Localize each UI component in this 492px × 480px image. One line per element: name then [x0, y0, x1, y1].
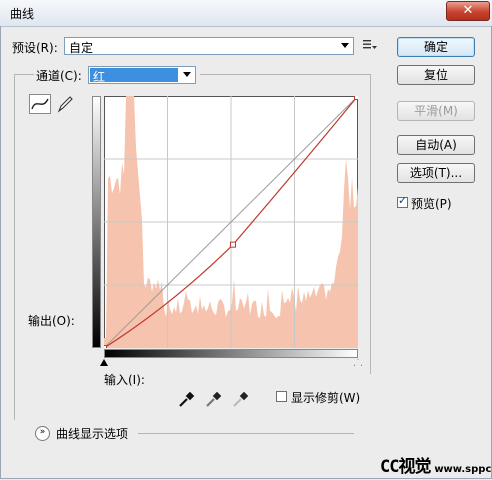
group-line-left — [14, 74, 34, 75]
curve-point-tool[interactable] — [29, 94, 51, 114]
show-clipping-label: 显示修剪(W) — [291, 391, 361, 405]
curve-graph[interactable] — [101, 94, 360, 351]
eyedropper-black-icon — [179, 391, 195, 407]
watermark-sub: www.sppc.cc — [434, 464, 492, 475]
preview-checkbox[interactable] — [397, 194, 408, 208]
curve-tool-icon — [31, 98, 49, 110]
show-clipping-checkbox[interactable] — [276, 391, 287, 402]
preset-menu-icon[interactable] — [363, 38, 377, 52]
eyedropper-white-icon — [233, 391, 249, 407]
window-title: 曲线 — [10, 7, 35, 21]
input-label: 输入(I): — [104, 373, 145, 387]
preset-value: 自定 — [69, 41, 94, 55]
curve-svg[interactable] — [101, 94, 360, 351]
channel-label: 通道(C): — [36, 69, 82, 83]
preset-label: 预设(R): — [12, 41, 58, 55]
display-options-line — [138, 433, 354, 434]
black-eyedropper-button[interactable] — [178, 390, 196, 411]
expand-options-button[interactable]: » — [35, 426, 50, 441]
output-gradient-bar — [92, 96, 101, 348]
eyedropper-gray-icon — [206, 391, 222, 407]
chevron-down-icon — [341, 43, 349, 48]
curve-control-point — [354, 94, 360, 100]
auto-button[interactable]: 自动(A) — [397, 135, 475, 155]
ok-button[interactable]: 确定 — [397, 37, 475, 57]
black-point-slider[interactable] — [100, 359, 108, 366]
output-label: 输出(O): — [28, 314, 75, 328]
channel-select[interactable]: 红 — [88, 66, 196, 84]
white-eyedropper-button[interactable] — [232, 390, 250, 411]
close-icon: ✕ — [462, 3, 474, 18]
preset-select[interactable]: 自定 — [64, 37, 354, 55]
gray-eyedropper-button[interactable] — [205, 390, 223, 411]
chevron-down-icon — [183, 72, 191, 77]
double-chevron-down-icon: » — [39, 427, 46, 437]
reset-button[interactable]: 复位 — [397, 65, 475, 85]
curve-control-point — [101, 345, 107, 351]
close-button[interactable]: ✕ — [446, 1, 490, 21]
preview-label: 预览(P) — [411, 197, 452, 211]
pencil-icon — [57, 96, 73, 113]
curve-control-point — [229, 241, 236, 248]
channel-value: 红 — [93, 70, 106, 84]
title-bar — [0, 0, 492, 27]
watermark-main: CC视觉 — [380, 457, 431, 477]
group-line-v-left — [14, 74, 15, 420]
smooth-button[interactable]: 平滑(M) — [397, 101, 475, 121]
watermark: CC视觉 www.sppc.cc — [380, 452, 492, 477]
options-button[interactable]: 选项(T)... — [397, 163, 475, 183]
display-options-label: 曲线显示选项 — [56, 427, 129, 441]
group-line-right — [200, 74, 370, 75]
group-line-v-right — [370, 74, 371, 374]
pencil-tool[interactable] — [55, 94, 75, 114]
input-gradient-bar — [104, 349, 358, 358]
